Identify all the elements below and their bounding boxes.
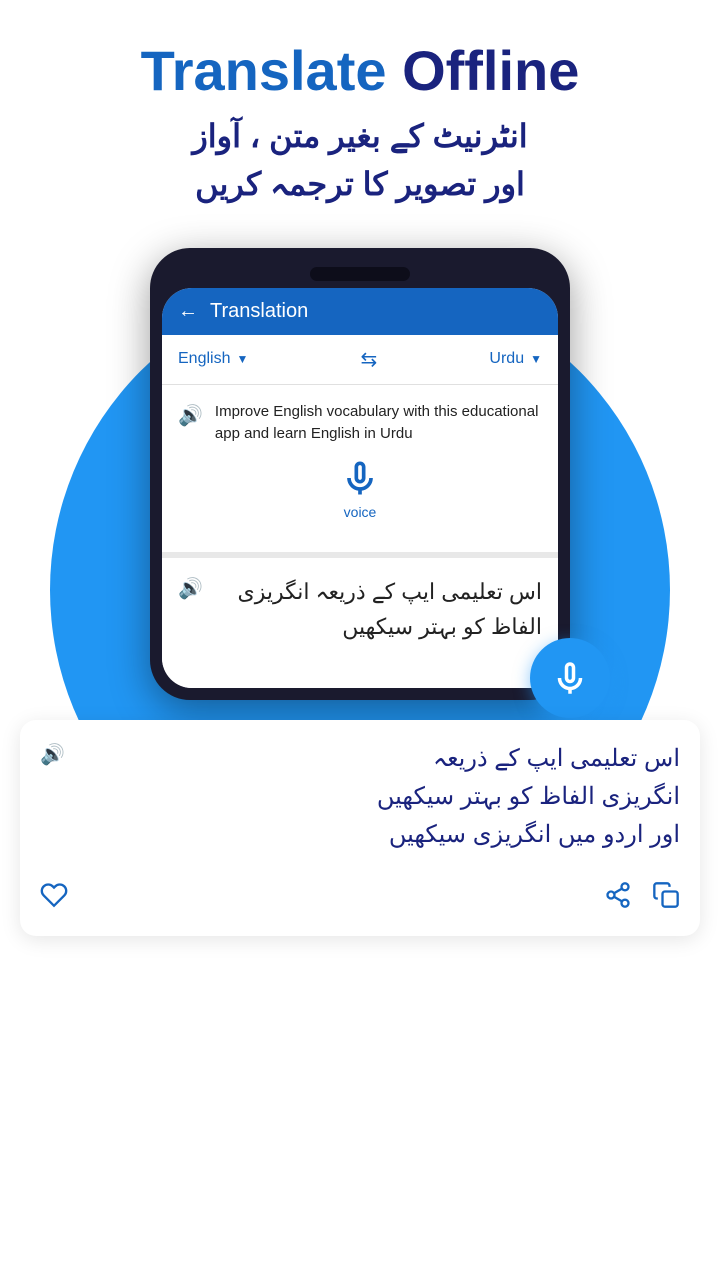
bottom-urdu-line1: اس تعلیمی ایپ کے ذریعہ: [81, 740, 680, 778]
input-speaker-icon[interactable]: 🔊: [178, 403, 203, 428]
output-speaker-icon[interactable]: 🔊: [178, 576, 203, 601]
input-text-content[interactable]: Improve English vocabulary with this edu…: [215, 401, 542, 446]
source-language-label: English: [178, 350, 230, 368]
input-text-section: 🔊 Improve English vocabulary with this e…: [162, 385, 558, 552]
source-dropdown-icon: ▼: [236, 352, 248, 366]
copy-button[interactable]: [652, 881, 680, 916]
phone-screen: ← Translation English ▼ ⇆ Urdu ▼ 🔊: [162, 288, 558, 688]
title-offline: Offline: [402, 39, 579, 102]
bottom-speaker-icon[interactable]: 🔊: [40, 742, 65, 767]
app-header-bar: ← Translation: [162, 288, 558, 335]
app-title-header: Translate Offline: [20, 40, 700, 102]
phone-container: ← Translation English ▼ ⇆ Urdu ▼ 🔊: [0, 248, 720, 700]
share-button[interactable]: [604, 881, 632, 916]
bottom-urdu-line3: اور اردو میں انگریزی سیکھیں: [81, 816, 680, 854]
language-selector-bar: English ▼ ⇆ Urdu ▼: [162, 335, 558, 385]
header-section: Translate Offline انٹرنیٹ کے بغیر متن ، …: [0, 0, 720, 228]
bottom-card-wrapper: 🔊 اس تعلیمی ایپ کے ذریعہ انگریزی الفاظ ک…: [0, 720, 720, 936]
voice-mic-icon[interactable]: [338, 456, 382, 500]
title-translate: Translate: [141, 39, 387, 102]
output-text-section: 🔊 اس تعلیمی ایپ کے ذریعہ انگریزی الفاظ ک…: [162, 558, 558, 688]
target-dropdown-icon: ▼: [530, 352, 542, 366]
subtitle-urdu: انٹرنیٹ کے بغیر متن ، آواز اور تصویر کا …: [20, 112, 700, 208]
voice-section: voice: [178, 446, 542, 536]
bottom-card-content-row: 🔊 اس تعلیمی ایپ کے ذریعہ انگریزی الفاظ ک…: [40, 740, 680, 855]
output-urdu-text: اس تعلیمی ایپ کے ذریعہ انگریزی الفاظ کو …: [215, 574, 542, 644]
voice-label: voice: [344, 504, 377, 520]
subtitle-line2: اور تصویر کا ترجمہ کریں: [20, 160, 700, 208]
bottom-action-bar: [40, 871, 680, 916]
app-screen-title: Translation: [210, 300, 308, 323]
favorite-button[interactable]: [40, 881, 68, 916]
right-action-icons: [604, 881, 680, 916]
floating-mic-button[interactable]: [530, 638, 610, 718]
target-language-selector[interactable]: Urdu ▼: [489, 350, 542, 368]
swap-languages-icon[interactable]: ⇆: [361, 347, 378, 372]
subtitle-line1: انٹرنیٹ کے بغیر متن ، آواز: [20, 112, 700, 160]
bottom-urdu-line2: انگریزی الفاظ کو بہتر سیکھیں: [81, 778, 680, 816]
target-language-label: Urdu: [489, 350, 524, 368]
source-language-selector[interactable]: English ▼: [178, 350, 248, 368]
output-content-row: 🔊 اس تعلیمی ایپ کے ذریعہ انگریزی الفاظ ک…: [178, 574, 542, 644]
bottom-urdu-text: اس تعلیمی ایپ کے ذریعہ انگریزی الفاظ کو …: [81, 740, 680, 855]
phone-mockup: ← Translation English ▼ ⇆ Urdu ▼ 🔊: [150, 248, 570, 700]
floating-mic-icon: [549, 657, 591, 699]
notch-bar: [310, 267, 410, 281]
bottom-translation-card: 🔊 اس تعلیمی ایپ کے ذریعہ انگریزی الفاظ ک…: [20, 720, 700, 936]
input-content-row: 🔊 Improve English vocabulary with this e…: [178, 401, 542, 446]
phone-notch: [162, 260, 558, 288]
back-arrow-icon[interactable]: ←: [178, 300, 198, 323]
